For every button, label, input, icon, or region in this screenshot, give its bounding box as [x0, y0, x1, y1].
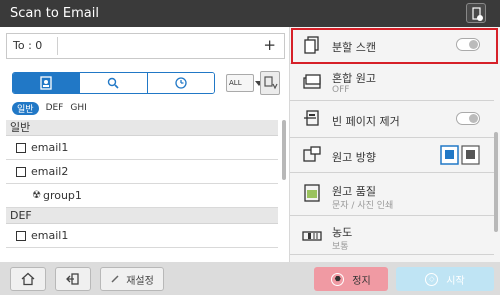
index-tabs: 일반 DEF GHI: [12, 101, 94, 115]
group-icon: ☢: [32, 190, 41, 201]
group-item-label: group1: [42, 189, 82, 202]
checkbox[interactable]: [16, 142, 26, 153]
option-label: 혼합 원고: [332, 72, 376, 85]
back-icon: [66, 273, 79, 285]
home-button[interactable]: [10, 267, 46, 291]
mixed-original-icon: [303, 74, 321, 89]
checkbox[interactable]: [16, 230, 26, 241]
list-item[interactable]: email1: [6, 224, 278, 248]
address-list: 일반 email1 email2 ☢ group1 DEF email1: [6, 120, 278, 248]
start-label: 시작: [446, 275, 465, 287]
address-tabs: [12, 72, 215, 94]
options-scrollbar[interactable]: [494, 132, 498, 232]
option-label: 원고 품질: [332, 185, 376, 198]
start-icon: ◇: [425, 272, 439, 286]
section-header: 일반: [6, 120, 278, 136]
address-panel: To : 0 + ALL 일반 DEF GHI 일반 email1 email2…: [0, 27, 289, 262]
option-value: 보통: [332, 242, 349, 252]
stop-label: 정지: [352, 275, 371, 287]
blank-page-toggle[interactable]: [456, 112, 480, 125]
option-mixed-original[interactable]: 혼합 원고 OFF: [290, 64, 494, 101]
to-label: To : 0: [13, 39, 43, 52]
original-quality-icon: [304, 184, 320, 202]
tab-history[interactable]: [147, 73, 214, 93]
section-header: DEF: [6, 208, 278, 224]
index-tab-def[interactable]: DEF: [46, 103, 64, 113]
pencil-icon: [111, 275, 119, 283]
to-field[interactable]: To : 0 +: [6, 33, 285, 59]
window-title: Scan to Email: [10, 6, 99, 21]
option-density[interactable]: 농도 보통: [290, 216, 494, 255]
blank-page-removal-icon: [304, 110, 319, 126]
list-item-label: email1: [31, 229, 69, 242]
list-item-label: email1: [31, 141, 69, 154]
list-item[interactable]: email2: [6, 160, 278, 184]
home-icon: [21, 272, 35, 286]
bottom-bar: 재설정 ⬣ 정지 ◇ 시작: [0, 262, 500, 295]
list-scrollbar[interactable]: [282, 120, 286, 180]
option-label: 빈 페이지 제거: [332, 115, 400, 128]
filter-dropdown[interactable]: ALL: [226, 74, 263, 92]
option-label: 농도: [332, 226, 353, 239]
group-item[interactable]: ☢ group1: [6, 184, 278, 208]
stop-icon: ⬣: [331, 272, 345, 286]
index-tab-ghi[interactable]: GHI: [70, 103, 86, 113]
back-button[interactable]: [55, 267, 91, 291]
option-value: 문자 / 사진 인쇄: [332, 201, 394, 211]
reset-button[interactable]: 재설정: [100, 267, 164, 291]
status-icon[interactable]: [466, 3, 486, 23]
to-divider: [57, 37, 58, 55]
sort-icon: [264, 76, 278, 90]
address-book-icon: [40, 76, 52, 90]
density-icon: [302, 231, 322, 241]
list-item-label: email2: [31, 165, 69, 178]
list-item[interactable]: email1: [6, 136, 278, 160]
stop-button[interactable]: ⬣ 정지: [314, 267, 388, 291]
selection-highlight: [291, 28, 498, 64]
search-icon: [108, 77, 120, 89]
orientation-icons: [440, 145, 480, 165]
title-bar: Scan to Email: [0, 0, 500, 27]
checkbox[interactable]: [16, 166, 26, 177]
option-label: 원고 방향: [332, 151, 376, 164]
tab-search[interactable]: [80, 73, 148, 93]
sort-button[interactable]: [260, 71, 280, 95]
tab-address-book[interactable]: [13, 73, 81, 93]
original-direction-icon: [303, 146, 321, 162]
index-tab-general[interactable]: 일반: [12, 101, 39, 115]
clock-icon: [175, 77, 187, 89]
option-value: OFF: [332, 85, 350, 95]
start-button[interactable]: ◇ 시작: [396, 267, 494, 291]
option-original-quality[interactable]: 원고 품질 문자 / 사진 인쇄: [290, 173, 494, 216]
add-recipient-button[interactable]: +: [263, 36, 276, 54]
option-original-direction[interactable]: 원고 방향: [290, 138, 494, 173]
reset-label: 재설정: [126, 275, 154, 287]
filter-dropdown-label: ALL: [229, 79, 242, 87]
option-blank-page-removal[interactable]: 빈 페이지 제거: [290, 101, 494, 138]
